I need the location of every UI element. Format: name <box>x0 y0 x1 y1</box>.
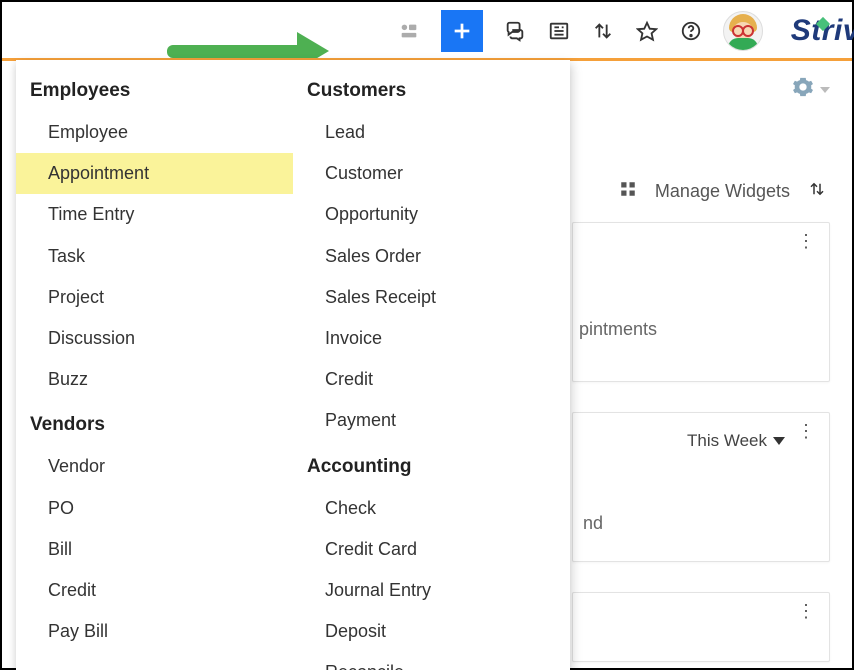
dropdown-item-discussion[interactable]: Discussion <box>16 318 293 359</box>
dropdown-heading: Employees <box>16 78 293 112</box>
dropdown-item-credit-card[interactable]: Credit Card <box>293 529 570 570</box>
dropdown-heading: Accounting <box>293 442 570 488</box>
dropdown-item-credit[interactable]: Credit <box>293 359 570 400</box>
dropdown-heading: Vendors <box>16 400 293 446</box>
dropdown-item-sales-receipt[interactable]: Sales Receipt <box>293 277 570 318</box>
gear-icon <box>792 76 814 103</box>
dropdown-item-pay-bill[interactable]: Pay Bill <box>16 611 293 652</box>
dropdown-item-credit[interactable]: Credit <box>16 570 293 611</box>
dashboard-card-3: ⋮ <box>572 592 830 662</box>
dropdown-item-appointment[interactable]: Appointment <box>16 153 293 194</box>
dropdown-item-po[interactable]: PO <box>16 488 293 529</box>
star-icon[interactable] <box>635 19 659 43</box>
widget-controls: Manage Widgets <box>619 180 826 203</box>
dropdown-item-buzz[interactable]: Buzz <box>16 359 293 400</box>
header-icon-group: Striven <box>397 10 828 52</box>
sort-icon[interactable] <box>591 19 615 43</box>
time-range-selector[interactable]: This Week <box>687 431 785 451</box>
dropdown-item-reconcile[interactable]: Reconcile <box>293 652 570 670</box>
sort-widgets-icon[interactable] <box>808 180 826 203</box>
page-settings[interactable] <box>792 76 830 103</box>
card2-text: nd <box>583 513 603 534</box>
user-avatar[interactable] <box>723 11 763 51</box>
chevron-down-icon <box>820 87 830 93</box>
create-new-dropdown: EmployeesEmployeeAppointmentTime EntryTa… <box>16 60 570 670</box>
dashboard-card-2: This Week ⋮ nd <box>572 412 830 562</box>
news-icon[interactable] <box>547 19 571 43</box>
dropdown-item-bill[interactable]: Bill <box>16 529 293 570</box>
brand-logo[interactable]: Striven <box>791 14 828 48</box>
dropdown-item-project[interactable]: Project <box>16 277 293 318</box>
dropdown-heading: Customers <box>293 78 570 112</box>
dropdown-item-lead[interactable]: Lead <box>293 112 570 153</box>
dropdown-item-invoice[interactable]: Invoice <box>293 318 570 359</box>
chat-icon[interactable] <box>503 19 527 43</box>
dropdown-column-1: EmployeesEmployeeAppointmentTime EntryTa… <box>16 78 293 670</box>
dropdown-item-journal-entry[interactable]: Journal Entry <box>293 570 570 611</box>
card-menu-icon[interactable]: ⋮ <box>797 607 815 616</box>
card-menu-icon[interactable]: ⋮ <box>797 237 815 246</box>
grid-icon[interactable] <box>619 180 637 203</box>
dropdown-column-2: CustomersLeadCustomerOpportunitySales Or… <box>293 78 570 670</box>
dropdown-item-deposit[interactable]: Deposit <box>293 611 570 652</box>
dropdown-item-customer[interactable]: Customer <box>293 153 570 194</box>
dropdown-item-time-entry[interactable]: Time Entry <box>16 194 293 235</box>
dropdown-item-task[interactable]: Task <box>16 236 293 277</box>
card-menu-icon[interactable]: ⋮ <box>797 427 815 436</box>
dropdown-item-check[interactable]: Check <box>293 488 570 529</box>
create-new-button[interactable] <box>441 10 483 52</box>
dropdown-item-employee[interactable]: Employee <box>16 112 293 153</box>
card1-text: pintments <box>579 319 657 340</box>
manage-widgets-link[interactable]: Manage Widgets <box>655 181 790 202</box>
help-icon[interactable] <box>679 19 703 43</box>
time-range-label: This Week <box>687 431 767 451</box>
dropdown-item-vendor[interactable]: Vendor <box>16 446 293 487</box>
dropdown-item-payment[interactable]: Payment <box>293 400 570 441</box>
dropdown-item-sales-order[interactable]: Sales Order <box>293 236 570 277</box>
dropdown-item-opportunity[interactable]: Opportunity <box>293 194 570 235</box>
dashboard-icon[interactable] <box>397 19 421 43</box>
chevron-down-icon <box>773 437 785 445</box>
dashboard-card-1: ⋮ pintments <box>572 222 830 382</box>
app-header: Striven <box>2 2 852 60</box>
